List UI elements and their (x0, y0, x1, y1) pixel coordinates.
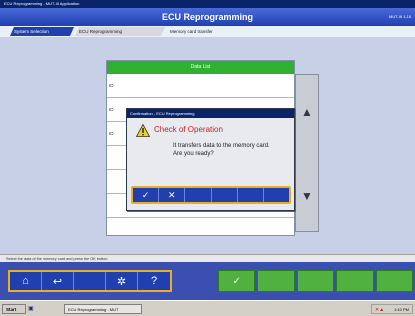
dialog-button-bar: ✓ ✕ (131, 186, 291, 204)
clock: 1:10 PM (394, 307, 409, 312)
back-icon: ↩ (52, 275, 63, 288)
triangle-down-icon: ▼ (301, 189, 313, 203)
scrollbar[interactable]: ▲ ▼ (295, 74, 319, 232)
start-button[interactable]: Start (2, 304, 26, 314)
home-button[interactable]: ⌂ (10, 272, 42, 290)
cancel-button[interactable]: ✕ (159, 188, 186, 202)
help-icon: ? (150, 275, 158, 287)
page-title: ECU Reprogramming (161, 12, 253, 22)
scroll-up-button[interactable]: ▲ (298, 103, 316, 121)
breadcrumb-system-selection[interactable]: System Selection (10, 27, 74, 36)
function-button-group: ✓ (218, 270, 414, 292)
check-icon: ✓ (141, 189, 150, 200)
app-header: ECU Reprogramming MUT-III 1.15 (0, 8, 415, 26)
warning-icon (136, 124, 150, 137)
confirmation-dialog: Confirmation - ECU Reprogramming Check o… (126, 108, 295, 211)
quicklaunch-icon[interactable]: ▣ (28, 304, 36, 314)
status-bar: Select the data of the memory card and p… (0, 254, 415, 262)
function-button[interactable] (257, 270, 295, 292)
list-item[interactable]: ID (107, 74, 294, 98)
window-title: ECU Reprogramming - MUT-III Application (0, 0, 415, 8)
breadcrumb-memory-card-transfer: Memory card transfer (170, 29, 213, 34)
dialog-heading: Check of Operation (154, 125, 223, 134)
check-icon: ✓ (232, 275, 241, 287)
dialog-title: Confirmation - ECU Reprogramming (127, 109, 294, 118)
dialog-message: It transfers data to the memory card. Ar… (173, 143, 270, 157)
triangle-up-icon: ▲ (301, 105, 313, 119)
dialog-blank-button[interactable] (264, 188, 289, 202)
taskbar-item[interactable]: ECU Reprogramming - MUT (64, 304, 142, 314)
nav-button-group: ⌂ ↩ ✲ ? (8, 270, 172, 292)
tray-icons: ✕▲ (375, 307, 385, 313)
home-icon: ⌂ (22, 275, 29, 287)
dialog-blank-button[interactable] (185, 188, 212, 202)
breadcrumb-ecu-reprogramming[interactable]: ECU Reprogramming (75, 27, 165, 36)
ok-button[interactable]: ✓ (133, 188, 160, 202)
function-button[interactable] (336, 270, 374, 292)
function-button[interactable] (375, 270, 414, 292)
settings-button[interactable]: ✲ (106, 272, 138, 290)
bottom-toolbar: ⌂ ↩ ✲ ? ✓ (0, 262, 415, 300)
panel-header: Data List (107, 61, 294, 74)
cancel-icon: ✕ (167, 189, 176, 200)
taskbar: Start ▣ ECU Reprogramming - MUT ✕▲ 1:10 … (0, 300, 415, 316)
dialog-blank-button[interactable] (212, 188, 238, 202)
help-button[interactable]: ? (138, 272, 170, 290)
scroll-down-button[interactable]: ▼ (298, 187, 316, 205)
dialog-blank-button[interactable] (238, 188, 264, 202)
system-tray: ✕▲ 1:10 PM (371, 304, 413, 314)
settings-icon: ✲ (116, 275, 127, 288)
app-version: MUT-III 1.15 (388, 14, 411, 19)
breadcrumb: System Selection ECU Reprogramming Memor… (0, 26, 415, 37)
function-button[interactable] (296, 270, 335, 292)
blank-button[interactable] (74, 272, 106, 290)
confirm-button[interactable]: ✓ (218, 270, 256, 292)
back-button[interactable]: ↩ (42, 272, 74, 290)
